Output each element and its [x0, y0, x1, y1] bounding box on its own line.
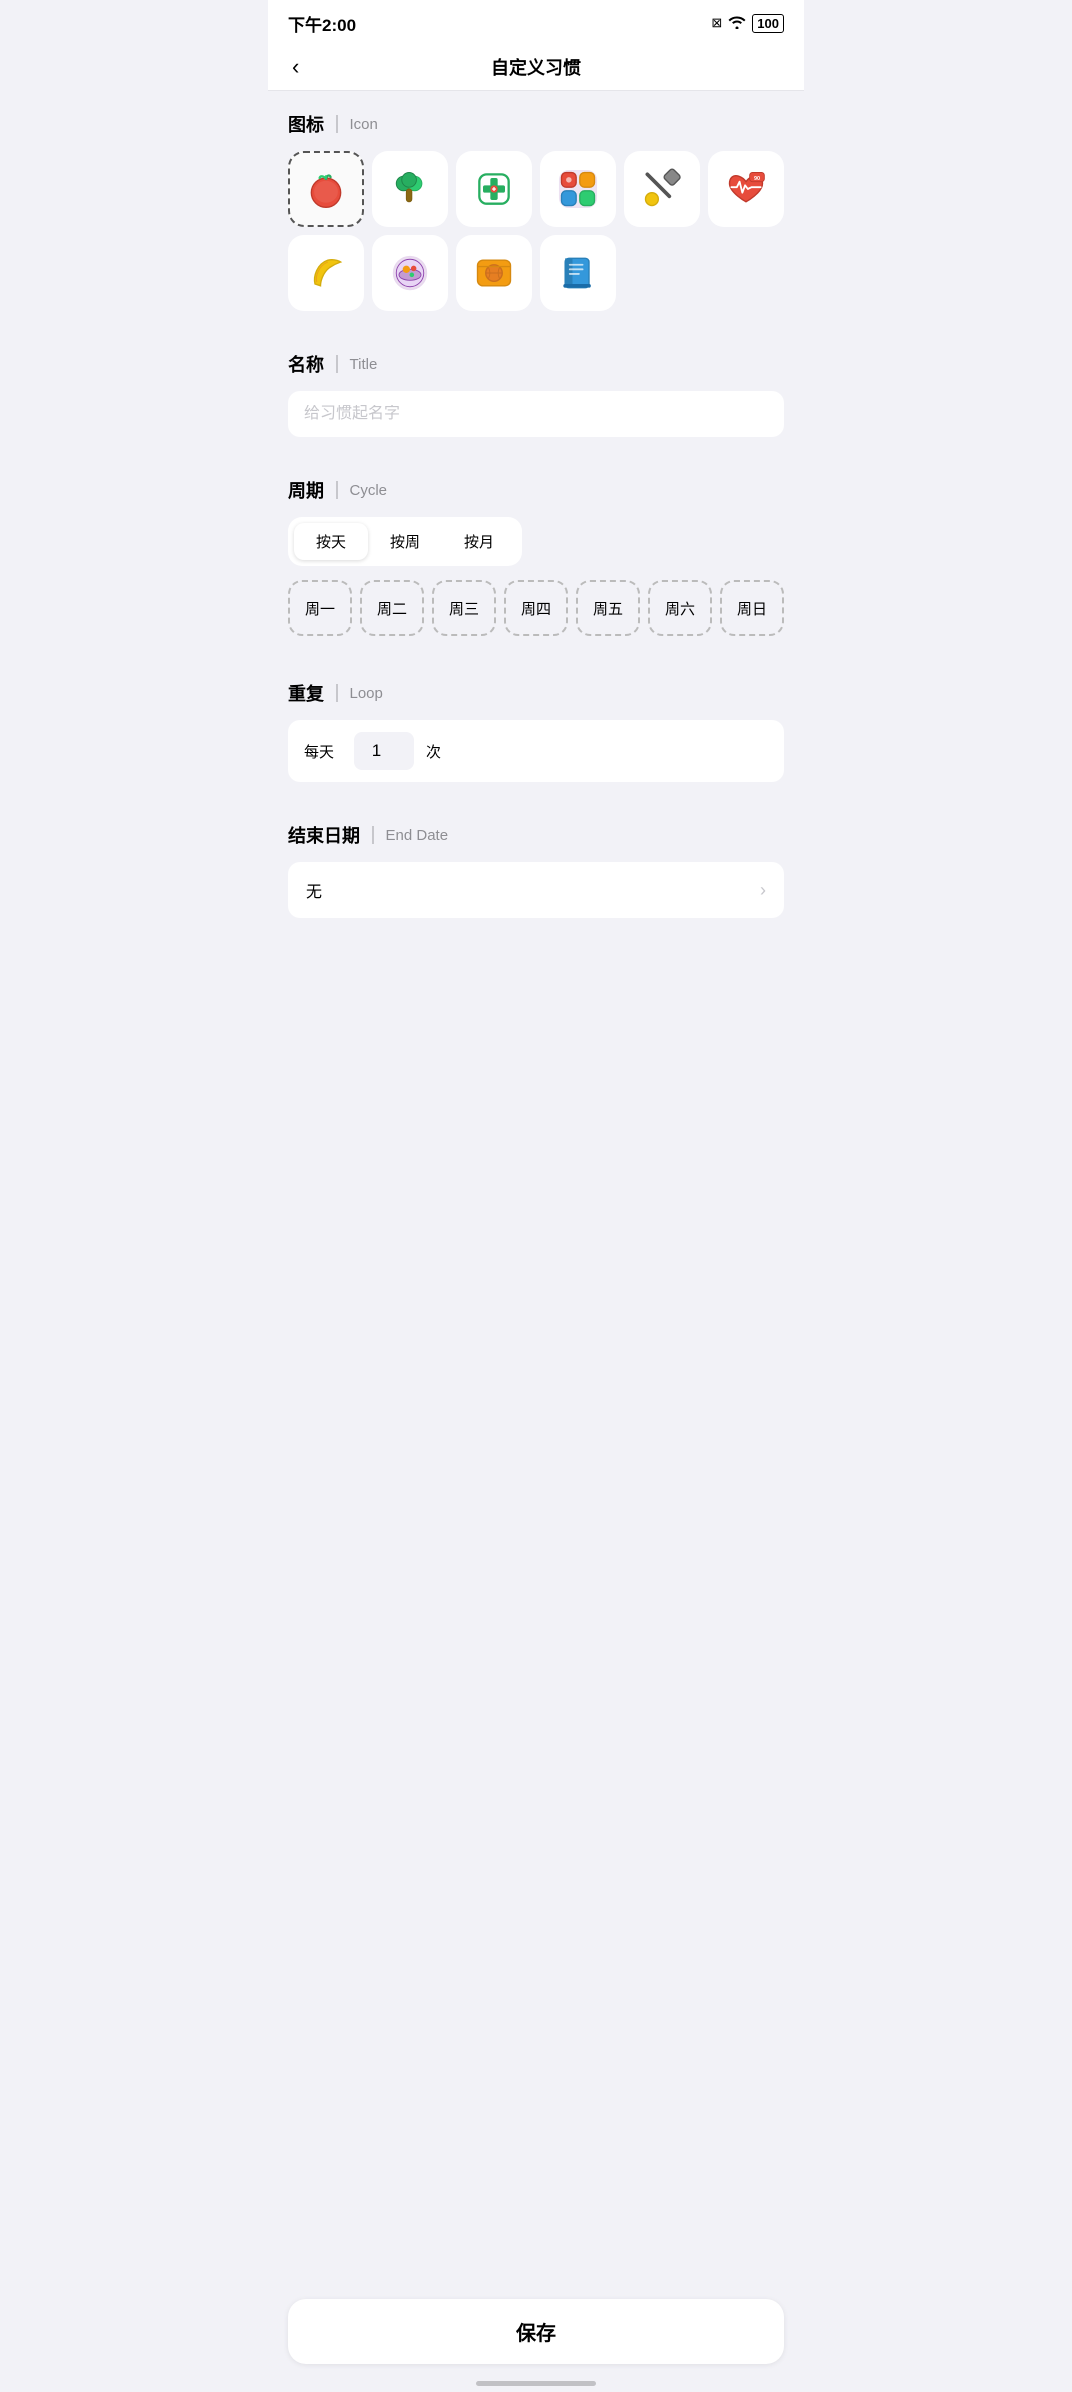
icon-label-divider [336, 115, 338, 133]
nav-bar: ‹ 自定义习惯 [268, 44, 804, 91]
icon-banana[interactable] [288, 235, 364, 311]
day-selector: 周一 周二 周三 周四 周五 周六 周日 [288, 580, 784, 640]
loop-prefix: 每天 [304, 741, 334, 762]
title-label-divider [336, 355, 338, 373]
icon-label-en: Icon [350, 116, 378, 133]
icon-bowl[interactable] [372, 235, 448, 311]
cycle-label-cn: 周期 [288, 477, 324, 503]
enddate-label-cn: 结束日期 [288, 822, 360, 848]
loop-label-cn: 重复 [288, 680, 324, 706]
day-sunday[interactable]: 周日 [720, 580, 784, 636]
loop-input-box [354, 732, 414, 770]
end-date-row[interactable]: 无 › [288, 862, 784, 918]
page-title: 自定义习惯 [491, 54, 581, 80]
icon-grid: 90 [288, 151, 784, 331]
icon-medical[interactable] [456, 151, 532, 227]
loop-section: 重复 Loop 每天 次 [268, 660, 804, 782]
icon-section: 图标 Icon [268, 91, 804, 331]
chevron-right-icon: › [760, 880, 766, 901]
cycle-label-en: Cycle [350, 482, 388, 499]
main-content: 图标 Icon [268, 91, 804, 1038]
cycle-section: 周期 Cycle 按天 按周 按月 周一 周二 周三 周四 周五 周六 周日 [268, 457, 804, 640]
day-friday[interactable]: 周五 [576, 580, 640, 636]
day-monday[interactable]: 周一 [288, 580, 352, 636]
icon-tomato[interactable] [288, 151, 364, 227]
wifi-icon [728, 15, 746, 32]
loop-count-input[interactable] [359, 741, 409, 761]
enddate-section: 结束日期 End Date 无 › [268, 802, 804, 918]
back-button[interactable]: ‹ [284, 50, 307, 84]
cycle-tabs: 按天 按周 按月 [288, 517, 522, 566]
loop-label-en: Loop [350, 685, 383, 702]
save-button-wrap: 保存 [268, 2287, 804, 2392]
status-time: 下午2:00 [288, 11, 356, 36]
enddate-label-divider [372, 826, 374, 844]
title-section-label: 名称 Title [288, 351, 784, 377]
icon-broccoli[interactable] [372, 151, 448, 227]
save-button[interactable]: 保存 [288, 2299, 784, 2364]
enddate-label-en: End Date [386, 827, 449, 844]
day-saturday[interactable]: 周六 [648, 580, 712, 636]
icon-pills[interactable] [540, 151, 616, 227]
day-tuesday[interactable]: 周二 [360, 580, 424, 636]
icon-heartrate[interactable]: 90 [708, 151, 784, 227]
loop-suffix: 次 [426, 741, 441, 762]
loop-section-label: 重复 Loop [288, 680, 784, 706]
cycle-tab-week[interactable]: 按周 [368, 523, 442, 560]
icon-label-cn: 图标 [288, 111, 324, 137]
day-thursday[interactable]: 周四 [504, 580, 568, 636]
loop-row: 每天 次 [288, 720, 784, 782]
sim-icon: ⊠ [711, 15, 722, 31]
title-input-wrap [288, 391, 784, 437]
home-indicator [476, 2381, 596, 2386]
icon-section-label: 图标 Icon [288, 111, 784, 137]
status-bar: 下午2:00 ⊠ 100 [268, 0, 804, 44]
status-icons: ⊠ 100 [711, 14, 784, 33]
title-label-cn: 名称 [288, 351, 324, 377]
title-section: 名称 Title [268, 331, 804, 437]
title-label-en: Title [350, 356, 378, 373]
end-date-value: 无 [306, 878, 322, 902]
icon-basketball[interactable] [456, 235, 532, 311]
enddate-section-label: 结束日期 End Date [288, 822, 784, 848]
cycle-label-divider [336, 481, 338, 499]
loop-label-divider [336, 684, 338, 702]
day-wednesday[interactable]: 周三 [432, 580, 496, 636]
battery-icon: 100 [752, 14, 784, 33]
svg-text:90: 90 [754, 176, 760, 182]
cycle-tab-day[interactable]: 按天 [294, 523, 368, 560]
cycle-section-label: 周期 Cycle [288, 477, 784, 503]
title-input[interactable] [304, 405, 768, 423]
icon-tennis[interactable] [624, 151, 700, 227]
cycle-tab-month[interactable]: 按月 [442, 523, 516, 560]
icon-book[interactable] [540, 235, 616, 311]
